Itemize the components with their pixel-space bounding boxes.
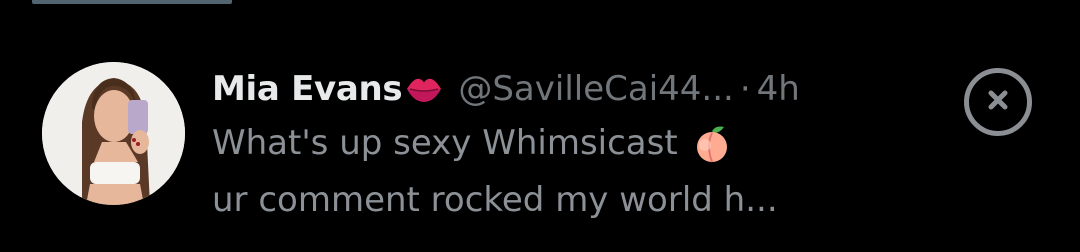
message-line-1: What's up sexy Whimsicast (212, 120, 932, 166)
message-line-2: ur comment rocked my world h... (212, 177, 932, 223)
notification-content: Mia Evans @SavilleCai44... · 4h What's u… (212, 66, 932, 223)
user-handle[interactable]: @SavilleCai44... (458, 66, 734, 112)
dismiss-button[interactable] (964, 68, 1032, 136)
header-line: Mia Evans @SavilleCai44... · 4h (212, 66, 932, 112)
notification-row[interactable]: Mia Evans @SavilleCai44... · 4h What's u… (0, 0, 1080, 252)
message-text-1: What's up sexy Whimsicast (212, 123, 678, 163)
message-text-2: ur comment rocked my world h... (212, 180, 778, 220)
avatar[interactable] (42, 62, 185, 205)
timestamp: 4h (756, 69, 800, 109)
kiss-mark-lips-icon (404, 69, 444, 109)
peach-icon (690, 121, 734, 165)
display-name[interactable]: Mia Evans (212, 66, 403, 112)
close-icon (983, 85, 1013, 119)
separator-dot: · (739, 69, 751, 109)
